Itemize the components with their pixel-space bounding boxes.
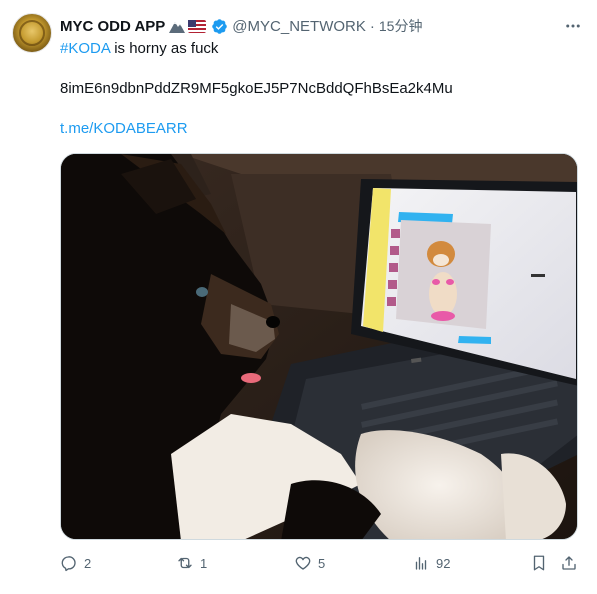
- share-button[interactable]: [560, 552, 578, 574]
- tweet-text-line1: #KODA is horny as fuck: [60, 39, 218, 59]
- like-count: 5: [318, 555, 326, 571]
- telegram-link[interactable]: t.me/KODABEARR: [60, 119, 188, 139]
- tweet-header: MYC ODD APP @MYC_NETWORK · 15分钟: [60, 15, 422, 37]
- views-bar-chart-icon: [415, 557, 427, 570]
- mountain-emoji-icon: [169, 19, 186, 33]
- hashtag-link[interactable]: #KODA: [60, 40, 110, 57]
- retweet-count: 1: [200, 555, 208, 571]
- views-count: 92: [436, 555, 451, 571]
- dog-watching-laptop-image: [61, 154, 577, 539]
- bookmark-icon: [533, 555, 545, 571]
- like-button[interactable]: 5: [294, 552, 325, 574]
- tweet-timestamp[interactable]: 15分钟: [379, 16, 423, 36]
- reply-button[interactable]: 2: [60, 552, 91, 574]
- heart-icon: [295, 556, 311, 570]
- tweet-photo[interactable]: [60, 153, 578, 540]
- author-avatar[interactable]: [12, 13, 52, 53]
- reply-icon: [61, 556, 76, 572]
- more-options-button[interactable]: [562, 15, 584, 37]
- more-icon: [566, 24, 580, 28]
- share-icon: [562, 556, 576, 570]
- bookmark-button[interactable]: [530, 552, 548, 574]
- retweet-button[interactable]: 1: [176, 552, 207, 574]
- tweet-text: is horny as fuck: [110, 40, 219, 57]
- retweet-icon: [178, 557, 192, 569]
- author-handle[interactable]: @MYC_NETWORK: [232, 18, 366, 35]
- author-display-name[interactable]: MYC ODD APP: [60, 18, 165, 35]
- avatar-emblem: [19, 20, 45, 46]
- us-flag-emoji-icon: [188, 19, 207, 33]
- contract-address: 8imE6n9dbnPddZR9MF5gkoEJ5P7NcBddQFhBsEa2…: [60, 80, 453, 97]
- separator-dot: ·: [369, 17, 375, 35]
- tweet-actions: 2 1 5 92: [60, 552, 580, 574]
- verified-badge-icon: [212, 18, 228, 34]
- views-button[interactable]: 92: [412, 552, 450, 574]
- tweet-card[interactable]: MYC ODD APP @MYC_NETWORK · 15分钟 #KODA is…: [0, 0, 597, 594]
- reply-count: 2: [84, 555, 92, 571]
